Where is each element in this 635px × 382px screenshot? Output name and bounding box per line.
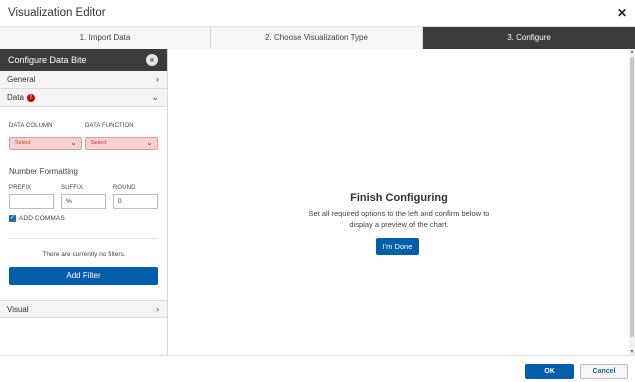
data-function-select[interactable]: Select ⌄ [85, 137, 158, 150]
preview-area: Finish Configuring Set all required opti… [169, 49, 629, 355]
round-input[interactable]: 0 [113, 194, 158, 209]
section-data[interactable]: Data! ⌄ [0, 89, 167, 107]
number-formatting-title: Number Formatting [9, 167, 78, 176]
chevron-down-icon: ⌄ [151, 92, 159, 102]
step-import-data[interactable]: 1. Import Data [0, 27, 211, 49]
data-column-select-value: Select [15, 140, 31, 146]
sidebar-header: Configure Data Bite « [0, 49, 167, 71]
prefix-label: PREFIX [9, 185, 32, 191]
wizard-steps: 1. Import Data 2. Choose Visualization T… [0, 27, 635, 49]
divider [9, 238, 158, 239]
scrollbar-thumb[interactable] [630, 57, 634, 337]
section-general-label: General [7, 75, 36, 84]
im-done-button[interactable]: I'm Done [376, 238, 419, 255]
data-column-label: DATA COLUMN [9, 123, 53, 129]
section-general[interactable]: General › [0, 71, 167, 89]
chevron-down-icon: ⌄ [70, 138, 77, 147]
configure-sidebar: Configure Data Bite « General › Data! ⌄ … [0, 49, 168, 355]
error-icon: ! [26, 94, 35, 102]
ok-button[interactable]: OK [525, 364, 574, 379]
round-label: ROUND [113, 185, 136, 191]
suffix-input[interactable]: % [61, 194, 106, 209]
dialog-footer: OK Cancel [0, 355, 635, 382]
scroll-up-icon[interactable]: ▲ [629, 49, 635, 55]
finish-configuring-description: Set all required options to the left and… [308, 209, 490, 229]
add-commas-label: ADD COMMAS [19, 215, 65, 222]
prefix-input[interactable] [9, 194, 54, 209]
window-title: Visualization Editor [8, 7, 106, 19]
section-data-label: Data! [7, 93, 35, 102]
data-function-select-value: Select [91, 140, 107, 146]
data-function-label: DATA FUNCTION [85, 123, 134, 129]
chevron-right-icon: › [156, 74, 159, 84]
suffix-label: SUFFIX [61, 185, 83, 191]
no-filters-text: There are currently no filters. [42, 251, 126, 258]
cancel-button[interactable]: Cancel [580, 364, 628, 379]
step-configure[interactable]: 3. Configure [423, 27, 635, 49]
chevron-right-icon: › [156, 304, 159, 314]
add-commas-checkbox[interactable]: ✓ [9, 215, 16, 222]
section-visual-label: Visual [7, 305, 29, 314]
data-column-select[interactable]: Select ⌄ [9, 137, 82, 150]
data-panel: DATA COLUMN DATA FUNCTION Select ⌄ Selec… [0, 107, 167, 300]
add-filter-button[interactable]: Add Filter [9, 267, 158, 285]
title-bar: Visualization Editor ✕ [0, 0, 635, 27]
close-icon[interactable]: ✕ [617, 6, 627, 20]
collapse-sidebar-icon[interactable]: « [146, 54, 158, 66]
finish-configuring-title: Finish Configuring [350, 192, 448, 204]
vertical-scrollbar[interactable]: ▲ ▼ [629, 49, 635, 355]
section-visual[interactable]: Visual › [0, 300, 167, 318]
chevron-down-icon: ⌄ [146, 138, 153, 147]
step-choose-visualization-type[interactable]: 2. Choose Visualization Type [211, 27, 423, 49]
sidebar-title: Configure Data Bite [8, 55, 87, 65]
